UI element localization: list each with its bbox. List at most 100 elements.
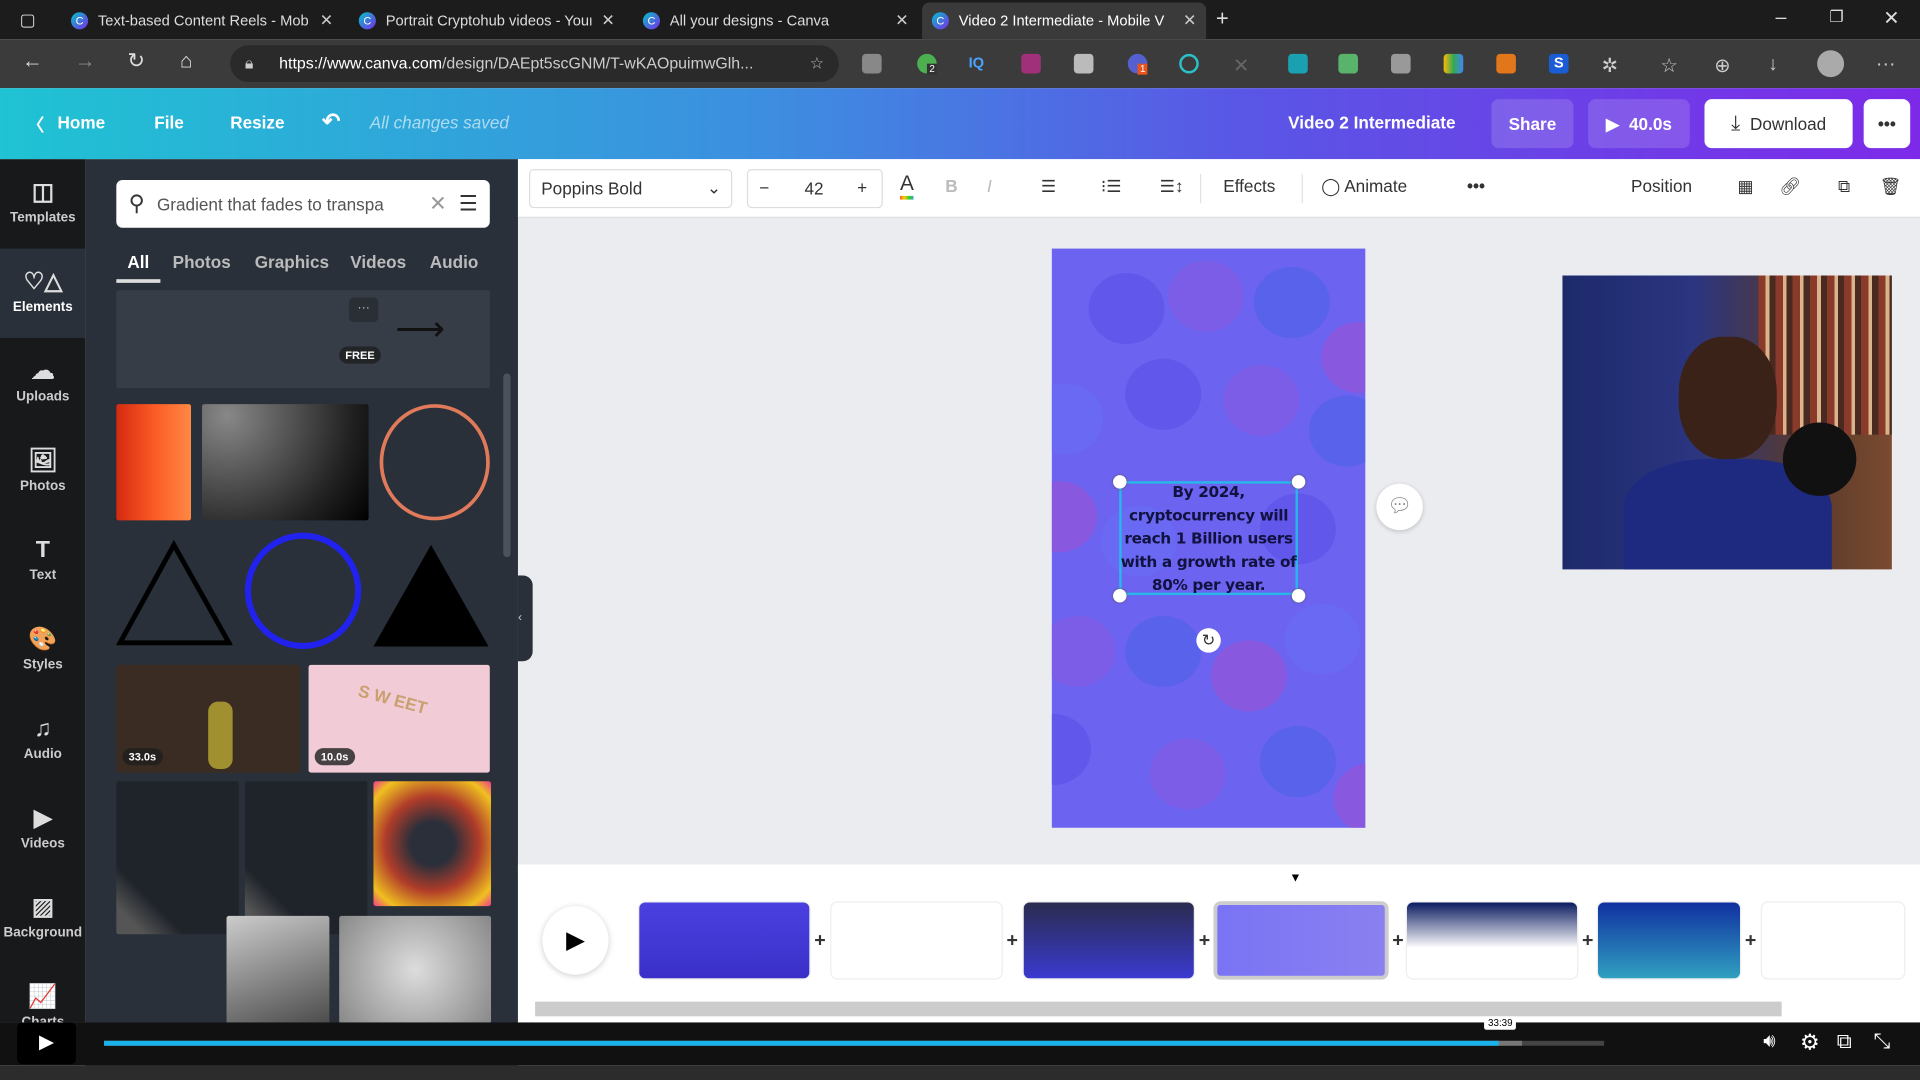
close-tab-icon[interactable]: ✕ [1183,11,1196,31]
orange-ring-thumb[interactable] [379,404,490,521]
add-page-icon[interactable]: + [1745,931,1756,953]
share-button[interactable]: Share [1491,99,1574,149]
canvas-text[interactable]: By 2024, cryptocurrency will reach 1 Bil… [1119,480,1298,596]
add-comment-icon[interactable]: 💬︎ [1376,483,1423,531]
clear-search-icon[interactable]: ✕ [429,192,446,216]
extensions-puzzle-icon[interactable]: ✲ [1602,54,1622,77]
filter-sliders-icon[interactable]: ☰ [459,192,478,216]
timeline-clip[interactable] [637,901,811,980]
rail-item-elements[interactable]: ♡△ Elements [0,248,86,338]
resize-button[interactable]: Resize [230,113,284,133]
rail-item-videos[interactable]: ▶ Videos [0,785,86,874]
timeline-clip[interactable] [1405,901,1579,980]
timeline-clip[interactable] [1596,901,1742,980]
close-tab-icon[interactable]: ✕ [601,11,614,31]
player-play-button[interactable]: ▶ [17,1022,76,1065]
shield-extension-icon[interactable]: 2 [917,53,938,75]
tab-graphics[interactable]: Graphics [255,252,329,272]
volume-icon[interactable]: 🔊︎ [1763,1031,1775,1053]
tab-photos[interactable]: Photos [173,252,231,272]
rail-item-styles[interactable]: 🎨 Styles [0,606,86,695]
gray-gradient-thumb[interactable] [226,915,330,1033]
miniplayer-icon[interactable]: ⧉ [1837,1030,1852,1054]
x-extension-icon[interactable]: ✕ [1233,54,1253,77]
gray-radial-thumb[interactable] [339,915,492,1024]
tab-all[interactable]: All [127,252,149,272]
bold-icon[interactable]: B [945,176,957,196]
home-icon[interactable]: ⌂ [180,49,193,73]
forward-icon[interactable]: → [75,49,96,73]
exit-fullscreen-icon[interactable]: ⤡ [1873,1030,1890,1054]
collections-icon[interactable]: ⊕ [1714,54,1734,77]
blue-ring-thumb[interactable] [244,532,362,649]
rotate-handle-icon[interactable]: ↻ [1196,628,1221,653]
timeline-clip[interactable] [1022,901,1196,980]
add-page-icon[interactable]: + [1199,931,1210,953]
player-seek-bar[interactable] [104,1040,1605,1046]
extension-icon[interactable] [862,53,882,74]
animate-button[interactable]: ◯ Animate [1321,176,1407,197]
s-extension-icon[interactable]: S [1548,53,1569,74]
url-field[interactable]: 🔒︎ https://www.canva.com/design/DAEpt5sc… [230,45,839,83]
link-icon[interactable]: 🔗︎ [1779,176,1801,197]
pixel-gradient-thumb[interactable] [116,781,239,935]
smoke-gradient-thumb[interactable]: ··· FREE ⟶ [116,290,490,389]
browser-tab[interactable]: C Portrait Cryptohub videos - Your ✕ [349,2,625,39]
browser-tab[interactable]: C Text-based Content Reels - Mob ✕ [61,2,343,39]
file-menu[interactable]: File [154,113,184,133]
video-thumb[interactable]: S W EET 10.0s [308,664,490,773]
favorites-icon[interactable]: ☆ [1660,54,1680,77]
gear-extension-icon[interactable]: 1 [1127,53,1148,75]
rail-item-background[interactable]: ▨ Background [0,874,86,963]
font-size-value[interactable]: 42 [804,179,823,199]
rail-item-audio[interactable]: ♫ Audio [0,696,86,785]
add-page-icon[interactable]: + [1582,931,1593,953]
tab-actions-icon[interactable]: ▢ [20,10,36,31]
camera-extension-icon[interactable] [1073,53,1094,74]
undo-icon[interactable]: ↶ [322,109,340,135]
more-icon[interactable]: ••• [1467,176,1485,196]
settings-gear-icon[interactable]: ⚙ [1800,1030,1820,1056]
minimize-icon[interactable]: – [1776,7,1787,29]
italic-icon[interactable]: I [987,176,992,196]
arrow-graphic[interactable]: ⟶ [396,312,445,346]
new-tab-icon[interactable]: + [1216,6,1229,32]
pen-extension-icon[interactable] [1288,53,1308,74]
browser-tab[interactable]: C All your designs - Canva ✕ [633,2,918,39]
tab-videos[interactable]: Videos [350,252,406,272]
drive-extension-icon[interactable] [1443,53,1464,74]
effects-button[interactable]: Effects [1223,176,1275,196]
black-gradient-thumb[interactable] [202,404,369,521]
close-tab-icon[interactable]: ✕ [895,11,908,31]
transparency-icon[interactable]: ▦ [1738,176,1754,197]
browser-menu-icon[interactable]: ··· [1876,54,1896,75]
close-tab-icon[interactable]: ✕ [320,11,333,31]
timeline-clip[interactable] [1760,901,1906,980]
decrease-size-icon[interactable]: − [759,178,769,198]
rail-item-text[interactable]: T Text [0,517,86,606]
download-button[interactable]: ⤓ Download [1704,99,1853,149]
home-link[interactable]: Home [58,113,106,133]
back-icon[interactable]: ← [22,49,43,73]
orange-gradient-thumb[interactable] [116,404,192,521]
extension-icon[interactable] [1391,53,1411,74]
duplicate-icon[interactable]: ⧉ [1838,176,1850,197]
playhead-marker-icon[interactable]: ▼ [1289,872,1301,885]
extension-icon[interactable] [1021,53,1041,74]
search-input[interactable]: ⚲ Gradient that fades to transpa ✕ ☰ [116,180,490,228]
restore-icon[interactable]: ❐ [1829,7,1843,27]
delete-icon[interactable]: 🗑︎ [1880,176,1902,197]
extension-icon[interactable] [1179,53,1199,74]
add-page-icon[interactable]: + [1007,931,1018,953]
timeline-clip[interactable] [830,901,1003,980]
tab-audio[interactable]: Audio [430,252,479,272]
timeline-clip-selected[interactable] [1213,901,1389,980]
present-button[interactable]: ▶ 40.0s [1588,99,1690,149]
add-page-icon[interactable]: + [1392,931,1403,953]
colorful-gradient-thumb[interactable] [373,781,492,907]
increase-size-icon[interactable]: + [857,178,867,198]
rail-item-templates[interactable]: ◫ Templates [0,159,86,248]
back-chevron-icon[interactable]: 〈 [27,113,44,137]
video-thumb[interactable]: 33.0s [116,664,301,773]
browser-tab-active[interactable]: C Video 2 Intermediate - Mobile V ✕ [922,2,1207,40]
